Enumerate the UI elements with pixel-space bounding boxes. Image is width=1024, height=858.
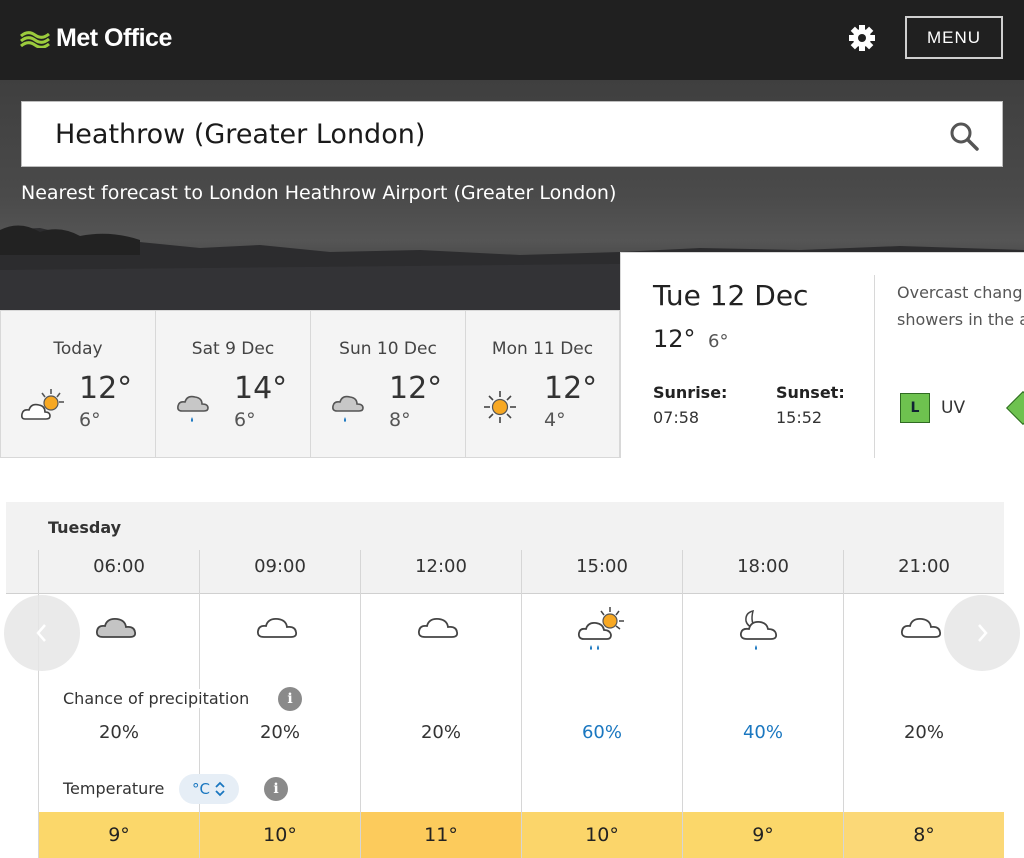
gear-icon — [849, 25, 875, 51]
forecast-summary: Overcast chang showers in the a — [897, 279, 1024, 333]
hour-column: 15:00 60% 10° — [521, 550, 682, 858]
uv-label: UV — [941, 398, 966, 418]
hour-temp: 10° — [200, 812, 360, 858]
sunny-intervals-icon — [21, 389, 64, 420]
day-tab[interactable]: Sat 9 Dec 14° 6° — [155, 310, 310, 458]
day-tabs: Today 12° 6° Sat 9 Dec 14° 6° Sun 10 Dec… — [0, 310, 622, 458]
day-tab-max: 12° — [79, 371, 133, 406]
day-tab-name: Mon 11 Dec — [491, 339, 594, 359]
hourly-day-name: Tuesday — [48, 518, 122, 537]
hour-precip: 20% — [903, 722, 944, 743]
day-tab-name: Sun 10 Dec — [339, 339, 437, 359]
light-rain-icon — [332, 395, 364, 422]
hour-column: 12:00 20% 11° — [360, 550, 521, 858]
summary-line: Overcast chang — [897, 283, 1023, 302]
hour-temp: 10° — [522, 812, 682, 858]
day-tab-max: 12° — [544, 371, 598, 406]
chevron-right-icon — [978, 624, 988, 642]
info-icon[interactable]: i — [264, 777, 288, 801]
divider — [874, 275, 875, 458]
day-tab-min: 4° — [544, 409, 566, 431]
logo-waves-icon — [20, 31, 50, 48]
hour-precip: 20% — [98, 722, 139, 743]
hour-precip: 60% — [581, 722, 622, 743]
met-office-logo[interactable]: Met Office — [20, 22, 172, 54]
sunset-time: 15:52 — [776, 408, 823, 427]
chevron-up-down-icon — [215, 781, 225, 797]
hour-time: 15:00 — [576, 556, 628, 577]
temperature-unit-toggle[interactable]: °C — [179, 774, 239, 804]
hourly-forecast-table: Tuesday 06:00 20% 9° 09:00 20% 10° 12:00… — [6, 502, 1004, 858]
precipitation-label: Chance of precipitation — [63, 689, 250, 708]
sunrise-time: 07:58 — [653, 408, 700, 427]
hour-temp: 11° — [361, 812, 521, 858]
hour-precip: 20% — [420, 722, 461, 743]
cloud-outline-icon — [256, 617, 298, 638]
hour-precip: 20% — [259, 722, 300, 743]
hour-time: 21:00 — [898, 556, 950, 577]
day-tab-max: 12° — [389, 371, 443, 406]
day-tab[interactable]: Mon 11 Dec 12° 4° — [465, 310, 620, 458]
menu-button[interactable]: MENU — [905, 16, 1003, 59]
cloud-outline-icon — [417, 617, 459, 638]
search-icon[interactable] — [948, 120, 980, 152]
day-tab-name: Today — [53, 339, 103, 359]
nearest-forecast-text: Nearest forecast to London Heathrow Airp… — [21, 182, 617, 204]
previous-hours-button[interactable] — [4, 595, 80, 671]
settings-button[interactable] — [846, 22, 878, 54]
selected-day-min: 6° — [708, 331, 729, 352]
hour-temp: 9° — [683, 812, 843, 858]
location-search-input[interactable]: Heathrow (Greater London) — [21, 101, 1003, 167]
info-icon[interactable]: i — [278, 687, 302, 711]
hour-temp: 8° — [844, 812, 1004, 858]
hour-time: 18:00 — [737, 556, 789, 577]
selected-day-card: Tue 12 Dec 12° 6° Sunrise: 07:58 Sunset:… — [620, 252, 1024, 458]
hour-temp: 9° — [39, 812, 199, 858]
selected-day-date: Tue 12 Dec — [653, 279, 809, 312]
sunny-shower-icon — [577, 607, 624, 650]
day-tab[interactable]: Sun 10 Dec 12° 8° — [310, 310, 465, 458]
hour-precip: 40% — [742, 722, 783, 743]
pollen-level-badge[interactable] — [1006, 391, 1024, 425]
hour-column: 18:00 40% 9° — [682, 550, 843, 858]
night-shower-icon — [739, 609, 778, 650]
search-input-value[interactable]: Heathrow (Greater London) — [55, 119, 425, 150]
unit-label: °C — [192, 780, 210, 798]
uv-level-badge[interactable]: L — [900, 393, 930, 423]
day-tab-min: 6° — [234, 409, 256, 431]
logo-text: Met Office — [56, 23, 172, 52]
light-rain-icon — [177, 395, 209, 422]
chevron-left-icon — [36, 624, 46, 642]
sunrise-label: Sunrise: — [653, 383, 728, 402]
next-hours-button[interactable] — [944, 595, 1020, 671]
day-tab-min: 6° — [79, 409, 101, 431]
hour-time: 09:00 — [254, 556, 306, 577]
day-tab-max: 14° — [234, 371, 288, 406]
sunset-label: Sunset: — [776, 383, 845, 402]
day-tab[interactable]: Today 12° 6° — [0, 310, 155, 458]
summary-line: showers in the a — [897, 310, 1024, 329]
cloudy-icon — [95, 617, 137, 638]
day-tab-name: Sat 9 Dec — [191, 339, 275, 359]
selected-day-max: 12° — [653, 325, 696, 353]
top-bar: Met Office MENU — [0, 0, 1024, 80]
sunny-icon — [484, 391, 516, 423]
hour-time: 12:00 — [415, 556, 467, 577]
hour-time: 06:00 — [93, 556, 145, 577]
day-tab-min: 8° — [389, 409, 411, 431]
temperature-label: Temperature — [63, 779, 165, 798]
